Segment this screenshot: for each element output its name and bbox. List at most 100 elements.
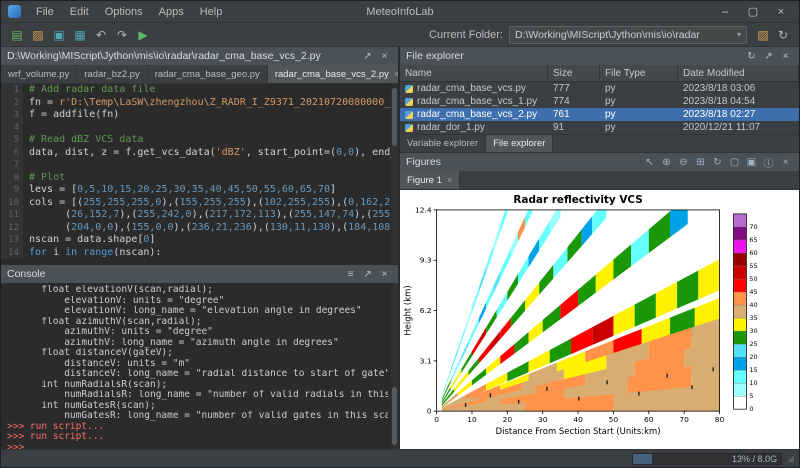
code-line: 1# Add radar data file xyxy=(1,84,398,97)
scrollbar-thumb[interactable] xyxy=(392,387,397,445)
menu-help[interactable]: Help xyxy=(192,4,231,20)
menu-file[interactable]: File xyxy=(28,4,62,20)
zoom-in-icon[interactable]: ⊕ xyxy=(659,155,674,169)
toolbar-icons: ▤▨▣▦↶↷▶ xyxy=(7,25,153,45)
editor-tab-bar: wrf_volume.pyradar_bz2.pyradar_cma_base_… xyxy=(1,65,398,84)
refresh-icon[interactable]: ↻ xyxy=(744,49,759,63)
maximize-button[interactable]: ▢ xyxy=(739,3,767,21)
undo-icon[interactable]: ↶ xyxy=(91,25,111,45)
column-header-file-type[interactable]: File Type xyxy=(600,65,678,81)
run-script-icon[interactable]: ▶ xyxy=(133,25,153,45)
file-explorer-title: File explorer xyxy=(406,50,464,62)
close-panel-icon[interactable]: × xyxy=(377,267,392,281)
tab-radar-cma-base-vcs-2-py[interactable]: radar_cma_base_vcs_2.py× xyxy=(268,65,398,83)
identify-info-icon[interactable]: ⓘ xyxy=(761,155,776,169)
svg-text:20: 20 xyxy=(749,353,757,361)
combo-dropdown-icon[interactable]: ▾ xyxy=(737,30,741,39)
code-line: 4 xyxy=(1,122,398,135)
menu-apps[interactable]: Apps xyxy=(151,4,192,20)
line-number: 10 xyxy=(1,197,23,210)
rotate-icon[interactable]: ↻ xyxy=(710,155,725,169)
file-row[interactable]: radar_dor_1.py91py2020/12/21 11:07 xyxy=(400,121,799,134)
column-header-name[interactable]: Name xyxy=(400,65,548,81)
file-row[interactable]: radar_cma_base_vcs.py777py2023/8/18 03:0… xyxy=(400,82,799,95)
file-table-rows: radar_cma_base_vcs.py777py2023/8/18 03:0… xyxy=(400,82,799,134)
window-controls: –▢× xyxy=(711,3,795,21)
file-row[interactable]: radar_cma_base_vcs_1.py774py2023/8/18 04… xyxy=(400,95,799,108)
tab-radar-cma-base-geo-py[interactable]: radar_cma_base_geo.py xyxy=(148,65,268,83)
code-line: 8# Plot xyxy=(1,172,398,185)
file-row[interactable]: radar_cma_base_vcs_2.py761py2023/8/18 02… xyxy=(400,108,799,121)
code-line: 14for i in range(nscan): xyxy=(1,247,398,260)
save-icon[interactable]: ▣ xyxy=(49,25,69,45)
editor-scrollbar[interactable] xyxy=(391,84,398,263)
console-title: Console xyxy=(7,268,46,280)
redo-icon[interactable]: ↷ xyxy=(112,25,132,45)
save-figure-icon[interactable]: ▣ xyxy=(744,155,759,169)
tab-wrf-volume-py[interactable]: wrf_volume.py xyxy=(1,65,77,83)
left-column: D:\Working\MIScript\Jython\mis\io\radar\… xyxy=(1,47,398,449)
svg-text:40: 40 xyxy=(573,415,583,424)
code-editor[interactable]: 1# Add radar data file2fn = r'D:\Temp\La… xyxy=(1,84,398,263)
console-settings-icon[interactable]: ≡ xyxy=(343,267,358,281)
resize-grip[interactable]: ◢ xyxy=(787,454,794,463)
figure-canvas[interactable]: 0102030405060708003.16.29.312.4Radar ref… xyxy=(400,190,799,449)
float-window-icon[interactable]: ↗ xyxy=(761,49,776,63)
tab-close-icon[interactable]: × xyxy=(447,175,452,185)
console-output-line: elevationV: long_name = "elevation angle… xyxy=(7,306,388,317)
svg-text:15: 15 xyxy=(749,366,757,374)
float-window-icon[interactable]: ↗ xyxy=(360,49,375,63)
minimize-button[interactable]: – xyxy=(711,3,739,21)
svg-text:3.1: 3.1 xyxy=(420,356,432,365)
console-scrollbar[interactable] xyxy=(391,283,398,449)
console-prompt-line: >>> xyxy=(7,443,388,450)
pan-icon[interactable]: ⊞ xyxy=(693,155,708,169)
svg-text:60: 60 xyxy=(644,415,654,424)
close-panel-icon[interactable]: × xyxy=(377,49,392,63)
toolbar-right: Current Folder: D:\Working\MIScript\Jyth… xyxy=(429,25,793,45)
scrollbar-thumb[interactable] xyxy=(392,88,397,146)
line-number: 12 xyxy=(1,222,23,235)
svg-text:50: 50 xyxy=(609,415,619,424)
memory-indicator[interactable]: 13% / 8.0G xyxy=(632,453,782,465)
close-figure-icon[interactable]: × xyxy=(778,155,793,169)
tab-variable-explorer[interactable]: Variable explorer xyxy=(400,134,486,152)
open-script-icon[interactable]: ▨ xyxy=(28,25,48,45)
tab-file-explorer[interactable]: File explorer xyxy=(486,134,553,152)
new-script-icon[interactable]: ▤ xyxy=(7,25,27,45)
svg-text:0: 0 xyxy=(434,415,439,424)
zoom-out-icon[interactable]: ⊖ xyxy=(676,155,691,169)
console-output[interactable]: float elevationV(scan,radial); elevation… xyxy=(1,283,398,449)
save-all-icon[interactable]: ▦ xyxy=(70,25,90,45)
tab-figure-1[interactable]: Figure 1 × xyxy=(400,171,460,189)
svg-text:5: 5 xyxy=(749,392,753,400)
select-arrow-icon[interactable]: ↖ xyxy=(642,155,657,169)
close-button[interactable]: × xyxy=(767,3,795,21)
svg-text:45: 45 xyxy=(749,288,757,296)
console-output-line: distanceV: long_name = "radial distance … xyxy=(7,369,388,380)
menu-options[interactable]: Options xyxy=(97,4,151,20)
browse-folder-icon[interactable]: ▨ xyxy=(753,25,773,45)
refresh-folder-icon[interactable]: ↻ xyxy=(773,25,793,45)
console-output-line: float elevationV(scan,radial); xyxy=(7,285,388,296)
console-prompt-line: >>> run script... xyxy=(7,422,388,433)
svg-text:Radar reflectivity VCS: Radar reflectivity VCS xyxy=(513,194,642,206)
menu-edit[interactable]: Edit xyxy=(62,4,97,20)
editor-path-title: D:\Working\MIScript\Jython\mis\io\radar\… xyxy=(7,50,321,62)
float-window-icon[interactable]: ↗ xyxy=(360,267,375,281)
tab-radar-bz2-py[interactable]: radar_bz2.py xyxy=(77,65,147,83)
column-header-size[interactable]: Size xyxy=(548,65,600,81)
svg-text:12.4: 12.4 xyxy=(415,205,432,214)
close-panel-icon[interactable]: × xyxy=(778,49,793,63)
right-column: File explorer ↻↗× NameSizeFile TypeDate … xyxy=(400,47,799,449)
memory-text: 13% / 8.0G xyxy=(633,454,777,465)
python-file-icon xyxy=(405,85,413,93)
full-extent-icon[interactable]: ▢ xyxy=(727,155,742,169)
console-output-line: azimuthV: units = "degree" xyxy=(7,327,388,338)
code-line: 13nscan = data.shape[0] xyxy=(1,234,398,247)
console-output-line: numGatesR: long_name = "number of valid … xyxy=(7,411,388,422)
column-header-date-modified[interactable]: Date Modified xyxy=(678,65,799,81)
file-explorer-header-icons: ↻↗× xyxy=(744,49,793,63)
menu-items: FileEditOptionsAppsHelp xyxy=(28,4,230,20)
current-folder-combobox[interactable]: D:\Working\MIScript\Jython\mis\io\radar … xyxy=(509,26,747,44)
